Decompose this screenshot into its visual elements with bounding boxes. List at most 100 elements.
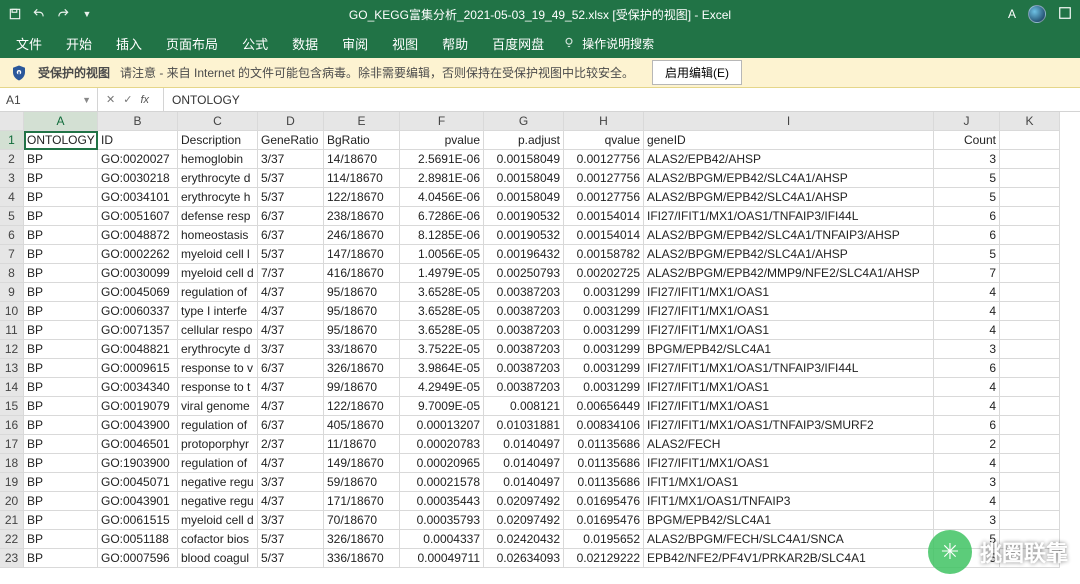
header-cell[interactable] [1000,131,1060,150]
row-header[interactable]: 4 [0,188,24,207]
data-cell[interactable]: GO:0051607 [98,207,178,226]
data-cell[interactable]: 0.00035793 [400,511,484,530]
data-cell[interactable]: 0.00834106 [564,416,644,435]
name-box-dropdown-icon[interactable]: ▼ [82,95,91,105]
data-cell[interactable]: ALAS2/BPGM/EPB42/MMP9/NFE2/SLC4A1/AHSP [644,264,934,283]
data-cell[interactable]: 4.0456E-06 [400,188,484,207]
data-cell[interactable] [1000,283,1060,302]
data-cell[interactable]: 6 [934,207,1000,226]
data-cell[interactable]: 2/37 [258,435,324,454]
data-cell[interactable]: GO:0051188 [98,530,178,549]
data-cell[interactable]: 326/18670 [324,359,400,378]
data-cell[interactable]: BP [24,283,98,302]
user-initial[interactable]: A [1008,7,1016,21]
data-cell[interactable]: 0.00387203 [484,302,564,321]
data-cell[interactable]: 336/18670 [324,549,400,568]
row-header[interactable]: 2 [0,150,24,169]
data-cell[interactable]: myeloid cell d [178,264,258,283]
data-cell[interactable]: 3/37 [258,150,324,169]
data-cell[interactable]: 149/18670 [324,454,400,473]
cancel-icon[interactable]: ✕ [106,93,115,106]
data-cell[interactable] [1000,150,1060,169]
tab-data[interactable]: 数据 [280,28,330,59]
data-cell[interactable]: GO:0071357 [98,321,178,340]
data-cell[interactable] [1000,188,1060,207]
data-cell[interactable]: 3 [934,473,1000,492]
save-icon[interactable] [6,5,24,23]
data-cell[interactable] [1000,454,1060,473]
row-header[interactable]: 13 [0,359,24,378]
data-cell[interactable]: BP [24,416,98,435]
data-cell[interactable]: ALAS2/EPB42/AHSP [644,150,934,169]
data-cell[interactable] [1000,340,1060,359]
row-header[interactable]: 20 [0,492,24,511]
data-cell[interactable]: 326/18670 [324,530,400,549]
row-header[interactable]: 17 [0,435,24,454]
data-cell[interactable]: 0.00154014 [564,207,644,226]
data-cell[interactable]: 0.01135686 [564,454,644,473]
column-header[interactable]: D [258,112,324,131]
data-cell[interactable] [1000,264,1060,283]
undo-icon[interactable] [30,5,48,23]
data-cell[interactable]: 0.02097492 [484,511,564,530]
data-cell[interactable]: regulation of [178,454,258,473]
data-cell[interactable]: erythrocyte h [178,188,258,207]
data-cell[interactable]: GO:0002262 [98,245,178,264]
data-cell[interactable]: 4 [934,454,1000,473]
data-cell[interactable]: 8.1285E-06 [400,226,484,245]
data-cell[interactable]: ALAS2/BPGM/EPB42/SLC4A1/AHSP [644,169,934,188]
data-cell[interactable] [1000,416,1060,435]
data-cell[interactable]: 0.00158049 [484,150,564,169]
data-cell[interactable]: 4/37 [258,492,324,511]
data-cell[interactable]: 70/18670 [324,511,400,530]
tab-insert[interactable]: 插入 [104,28,154,59]
data-cell[interactable]: 5/37 [258,530,324,549]
data-cell[interactable]: negative regu [178,492,258,511]
data-cell[interactable]: ALAS2/FECH [644,435,934,454]
data-cell[interactable]: 122/18670 [324,397,400,416]
data-cell[interactable]: 0.02129222 [564,549,644,568]
data-cell[interactable]: GO:0034340 [98,378,178,397]
data-cell[interactable]: 246/18670 [324,226,400,245]
data-cell[interactable]: BP [24,511,98,530]
data-cell[interactable]: 4 [934,283,1000,302]
data-cell[interactable]: 0.00387203 [484,283,564,302]
data-cell[interactable]: 0.01695476 [564,511,644,530]
data-cell[interactable]: 0.00127756 [564,169,644,188]
data-cell[interactable]: BP [24,340,98,359]
data-cell[interactable]: GO:0030218 [98,169,178,188]
row-header[interactable]: 23 [0,549,24,568]
data-cell[interactable]: viral genome [178,397,258,416]
header-cell[interactable]: p.adjust [484,131,564,150]
row-header[interactable]: 14 [0,378,24,397]
data-cell[interactable]: 416/18670 [324,264,400,283]
enter-icon[interactable]: ✓ [123,93,132,106]
data-cell[interactable]: 33/18670 [324,340,400,359]
data-cell[interactable]: 0.00127756 [564,188,644,207]
data-cell[interactable]: 0.02420432 [484,530,564,549]
data-cell[interactable]: 0.01031881 [484,416,564,435]
data-cell[interactable]: 3.9864E-05 [400,359,484,378]
data-cell[interactable]: 147/18670 [324,245,400,264]
data-cell[interactable] [1000,435,1060,454]
tab-file[interactable]: 文件 [4,28,54,59]
data-cell[interactable]: BPGM/EPB42/SLC4A1 [644,340,934,359]
data-cell[interactable]: GO:0043901 [98,492,178,511]
qat-dropdown-icon[interactable]: ▼ [78,5,96,23]
data-cell[interactable]: 1.4979E-05 [400,264,484,283]
header-cell[interactable]: BgRatio [324,131,400,150]
data-cell[interactable] [1000,378,1060,397]
data-cell[interactable]: ALAS2/BPGM/FECH/SLC4A1/SNCA [644,530,934,549]
data-cell[interactable]: homeostasis [178,226,258,245]
data-cell[interactable]: 9.7009E-05 [400,397,484,416]
data-cell[interactable]: GO:0043900 [98,416,178,435]
data-cell[interactable]: 1.0056E-05 [400,245,484,264]
column-header[interactable]: C [178,112,258,131]
data-cell[interactable]: 4/37 [258,378,324,397]
data-cell[interactable]: 6.7286E-06 [400,207,484,226]
data-cell[interactable]: 5 [934,549,1000,568]
data-cell[interactable]: 6 [934,226,1000,245]
header-cell[interactable]: GeneRatio [258,131,324,150]
data-cell[interactable]: cofactor bios [178,530,258,549]
data-cell[interactable]: myeloid cell l [178,245,258,264]
